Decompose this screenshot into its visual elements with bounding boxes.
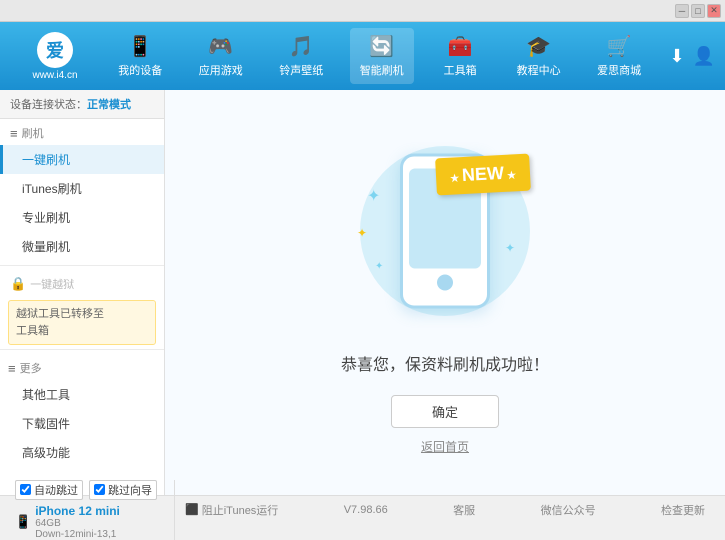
bottom-bar: 自动跳过 跳过向导 📱 iPhone 12 mini 64GB Down-12m… <box>0 495 725 523</box>
flash-section-label: 刷机 <box>22 125 44 141</box>
nav-tutorial-label: 教程中心 <box>517 62 561 78</box>
itunes-status: ⬛ 阻止iTunes运行 <box>185 502 278 518</box>
download-button[interactable]: ⬇ <box>669 46 684 67</box>
itunes-status-text: 阻止iTunes运行 <box>202 502 279 518</box>
sidebar-item-advanced[interactable]: 高级功能 <box>0 438 164 467</box>
nav-app-games-label: 应用游戏 <box>199 62 243 78</box>
phone-home-btn <box>437 274 453 290</box>
sidebar-item-one-key-flash[interactable]: 一键刷机 <box>0 145 164 174</box>
device-name: iPhone 12 mini <box>35 504 120 518</box>
sparkle-4: ✦ <box>505 241 515 255</box>
minimize-button[interactable]: ─ <box>675 4 689 18</box>
nav-items: 📱 我的设备 🎮 应用游戏 🎵 铃声壁纸 🔄 智能刷机 🧰 工具箱 🎓 教程中心… <box>100 28 659 84</box>
nav-ringtones[interactable]: 🎵 铃声壁纸 <box>269 28 333 84</box>
logo-icon: 爱 <box>37 32 73 68</box>
auto-jump-input[interactable] <box>20 484 31 495</box>
sparkle-3: ✦ <box>375 261 383 272</box>
nav-tutorial[interactable]: 🎓 教程中心 <box>507 28 571 84</box>
ringtone-icon: 🎵 <box>289 34 314 59</box>
nav-smart-flash-label: 智能刷机 <box>360 62 404 78</box>
more-section-icon: ≡ <box>8 361 16 376</box>
flash-section-icon: ≡ <box>10 126 18 141</box>
warning-text: 越狱工具已转移至工具箱 <box>16 308 104 337</box>
bottom-device-section: 自动跳过 跳过向导 📱 iPhone 12 mini 64GB Down-12m… <box>10 480 175 540</box>
sparkle-1: ✦ <box>367 186 380 206</box>
wechat-official-link[interactable]: 微信公众号 <box>541 502 596 518</box>
return-link[interactable]: 返回首页 <box>421 438 469 455</box>
device-model: Down-12mini-13,1 <box>35 529 120 540</box>
sidebar-item-download-firmware[interactable]: 下载固件 <box>0 409 164 438</box>
close-button[interactable]: ✕ <box>707 4 721 18</box>
nav-my-device[interactable]: 📱 我的设备 <box>108 28 172 84</box>
more-section-header: ≡ 更多 <box>0 354 164 380</box>
nav-ringtones-label: 铃声壁纸 <box>279 62 323 78</box>
auto-jump-checkbox[interactable]: 自动跳过 <box>15 480 83 500</box>
confirm-button[interactable]: 确定 <box>391 395 499 428</box>
skip-guide-input[interactable] <box>94 484 105 495</box>
nav-store[interactable]: 🛒 爱思商城 <box>587 28 651 84</box>
content-area: NEW ✦ ✦ ✦ ✦ 恭喜您，保资料刷机成功啦！ 确定 返回首页 <box>165 90 725 495</box>
device-phone-icon: 📱 <box>15 514 31 530</box>
more-section-label: 更多 <box>20 360 42 376</box>
status-value: 正常模式 <box>87 96 131 112</box>
success-title: 恭喜您，保资料刷机成功啦！ <box>341 351 549 375</box>
device-status-bar: 设备连接状态： 正常模式 <box>0 90 164 119</box>
check-update-link[interactable]: 检查更新 <box>661 502 705 518</box>
nav-store-label: 爱思商城 <box>597 62 641 78</box>
success-illustration: NEW ✦ ✦ ✦ ✦ <box>345 131 545 331</box>
jailbreak-section-header: 🔒 一键越狱 <box>0 270 164 296</box>
tutorial-icon: 🎓 <box>526 34 551 59</box>
sidebar-item-other-tools[interactable]: 其他工具 <box>0 380 164 409</box>
skip-guide-checkbox[interactable]: 跳过向导 <box>89 480 157 500</box>
sidebar-item-itunes-flash[interactable]: iTunes刷机 <box>0 174 164 203</box>
itunes-icon: ⬛ <box>185 503 199 516</box>
nav-app-games[interactable]: 🎮 应用游戏 <box>189 28 253 84</box>
divider-1 <box>0 265 164 266</box>
sparkle-2: ✦ <box>357 226 367 240</box>
nav-toolbox-label: 工具箱 <box>444 62 477 78</box>
divider-2 <box>0 349 164 350</box>
customer-service-link[interactable]: 客服 <box>453 502 475 518</box>
status-label: 设备连接状态： <box>10 96 87 112</box>
version-text: V7.98.66 <box>344 504 388 516</box>
sidebar-item-dfu-flash[interactable]: 微量刷机 <box>0 232 164 261</box>
toolbox-icon: 🧰 <box>448 34 473 59</box>
new-badge: NEW <box>435 153 531 195</box>
header: 爱 www.i4.cn 📱 我的设备 🎮 应用游戏 🎵 铃声壁纸 🔄 智能刷机 … <box>0 22 725 90</box>
store-icon: 🛒 <box>607 34 632 59</box>
logo-area[interactable]: 爱 www.i4.cn <box>10 32 100 81</box>
lock-icon: 🔒 <box>10 276 26 292</box>
jailbreak-section-label: 一键越狱 <box>30 276 74 292</box>
logo-text: www.i4.cn <box>32 70 77 81</box>
main: 设备连接状态： 正常模式 ≡ 刷机 一键刷机 iTunes刷机 专业刷机 微量刷… <box>0 90 725 495</box>
user-button[interactable]: 👤 <box>693 46 715 67</box>
app-icon: 🎮 <box>208 34 233 59</box>
nav-my-device-label: 我的设备 <box>118 62 162 78</box>
nav-toolbox[interactable]: 🧰 工具箱 <box>430 28 490 84</box>
flash-section-header: ≡ 刷机 <box>0 119 164 145</box>
device-storage: 64GB <box>35 518 120 529</box>
title-bar: ─ □ ✕ <box>0 0 725 22</box>
sidebar: 设备连接状态： 正常模式 ≡ 刷机 一键刷机 iTunes刷机 专业刷机 微量刷… <box>0 90 165 495</box>
sidebar-item-pro-flash[interactable]: 专业刷机 <box>0 203 164 232</box>
flash-nav-icon: 🔄 <box>369 34 394 59</box>
header-right: ⬇ 👤 <box>669 46 715 67</box>
jailbreak-warning: 越狱工具已转移至工具箱 <box>8 300 156 345</box>
auto-jump-label: 自动跳过 <box>34 482 78 498</box>
maximize-button[interactable]: □ <box>691 4 705 18</box>
device-icon: 📱 <box>128 34 153 59</box>
nav-smart-flash[interactable]: 🔄 智能刷机 <box>350 28 414 84</box>
bottom-content-section: ⬛ 阻止iTunes运行 V7.98.66 客服 微信公众号 检查更新 <box>175 502 715 518</box>
skip-guide-label: 跳过向导 <box>108 482 152 498</box>
